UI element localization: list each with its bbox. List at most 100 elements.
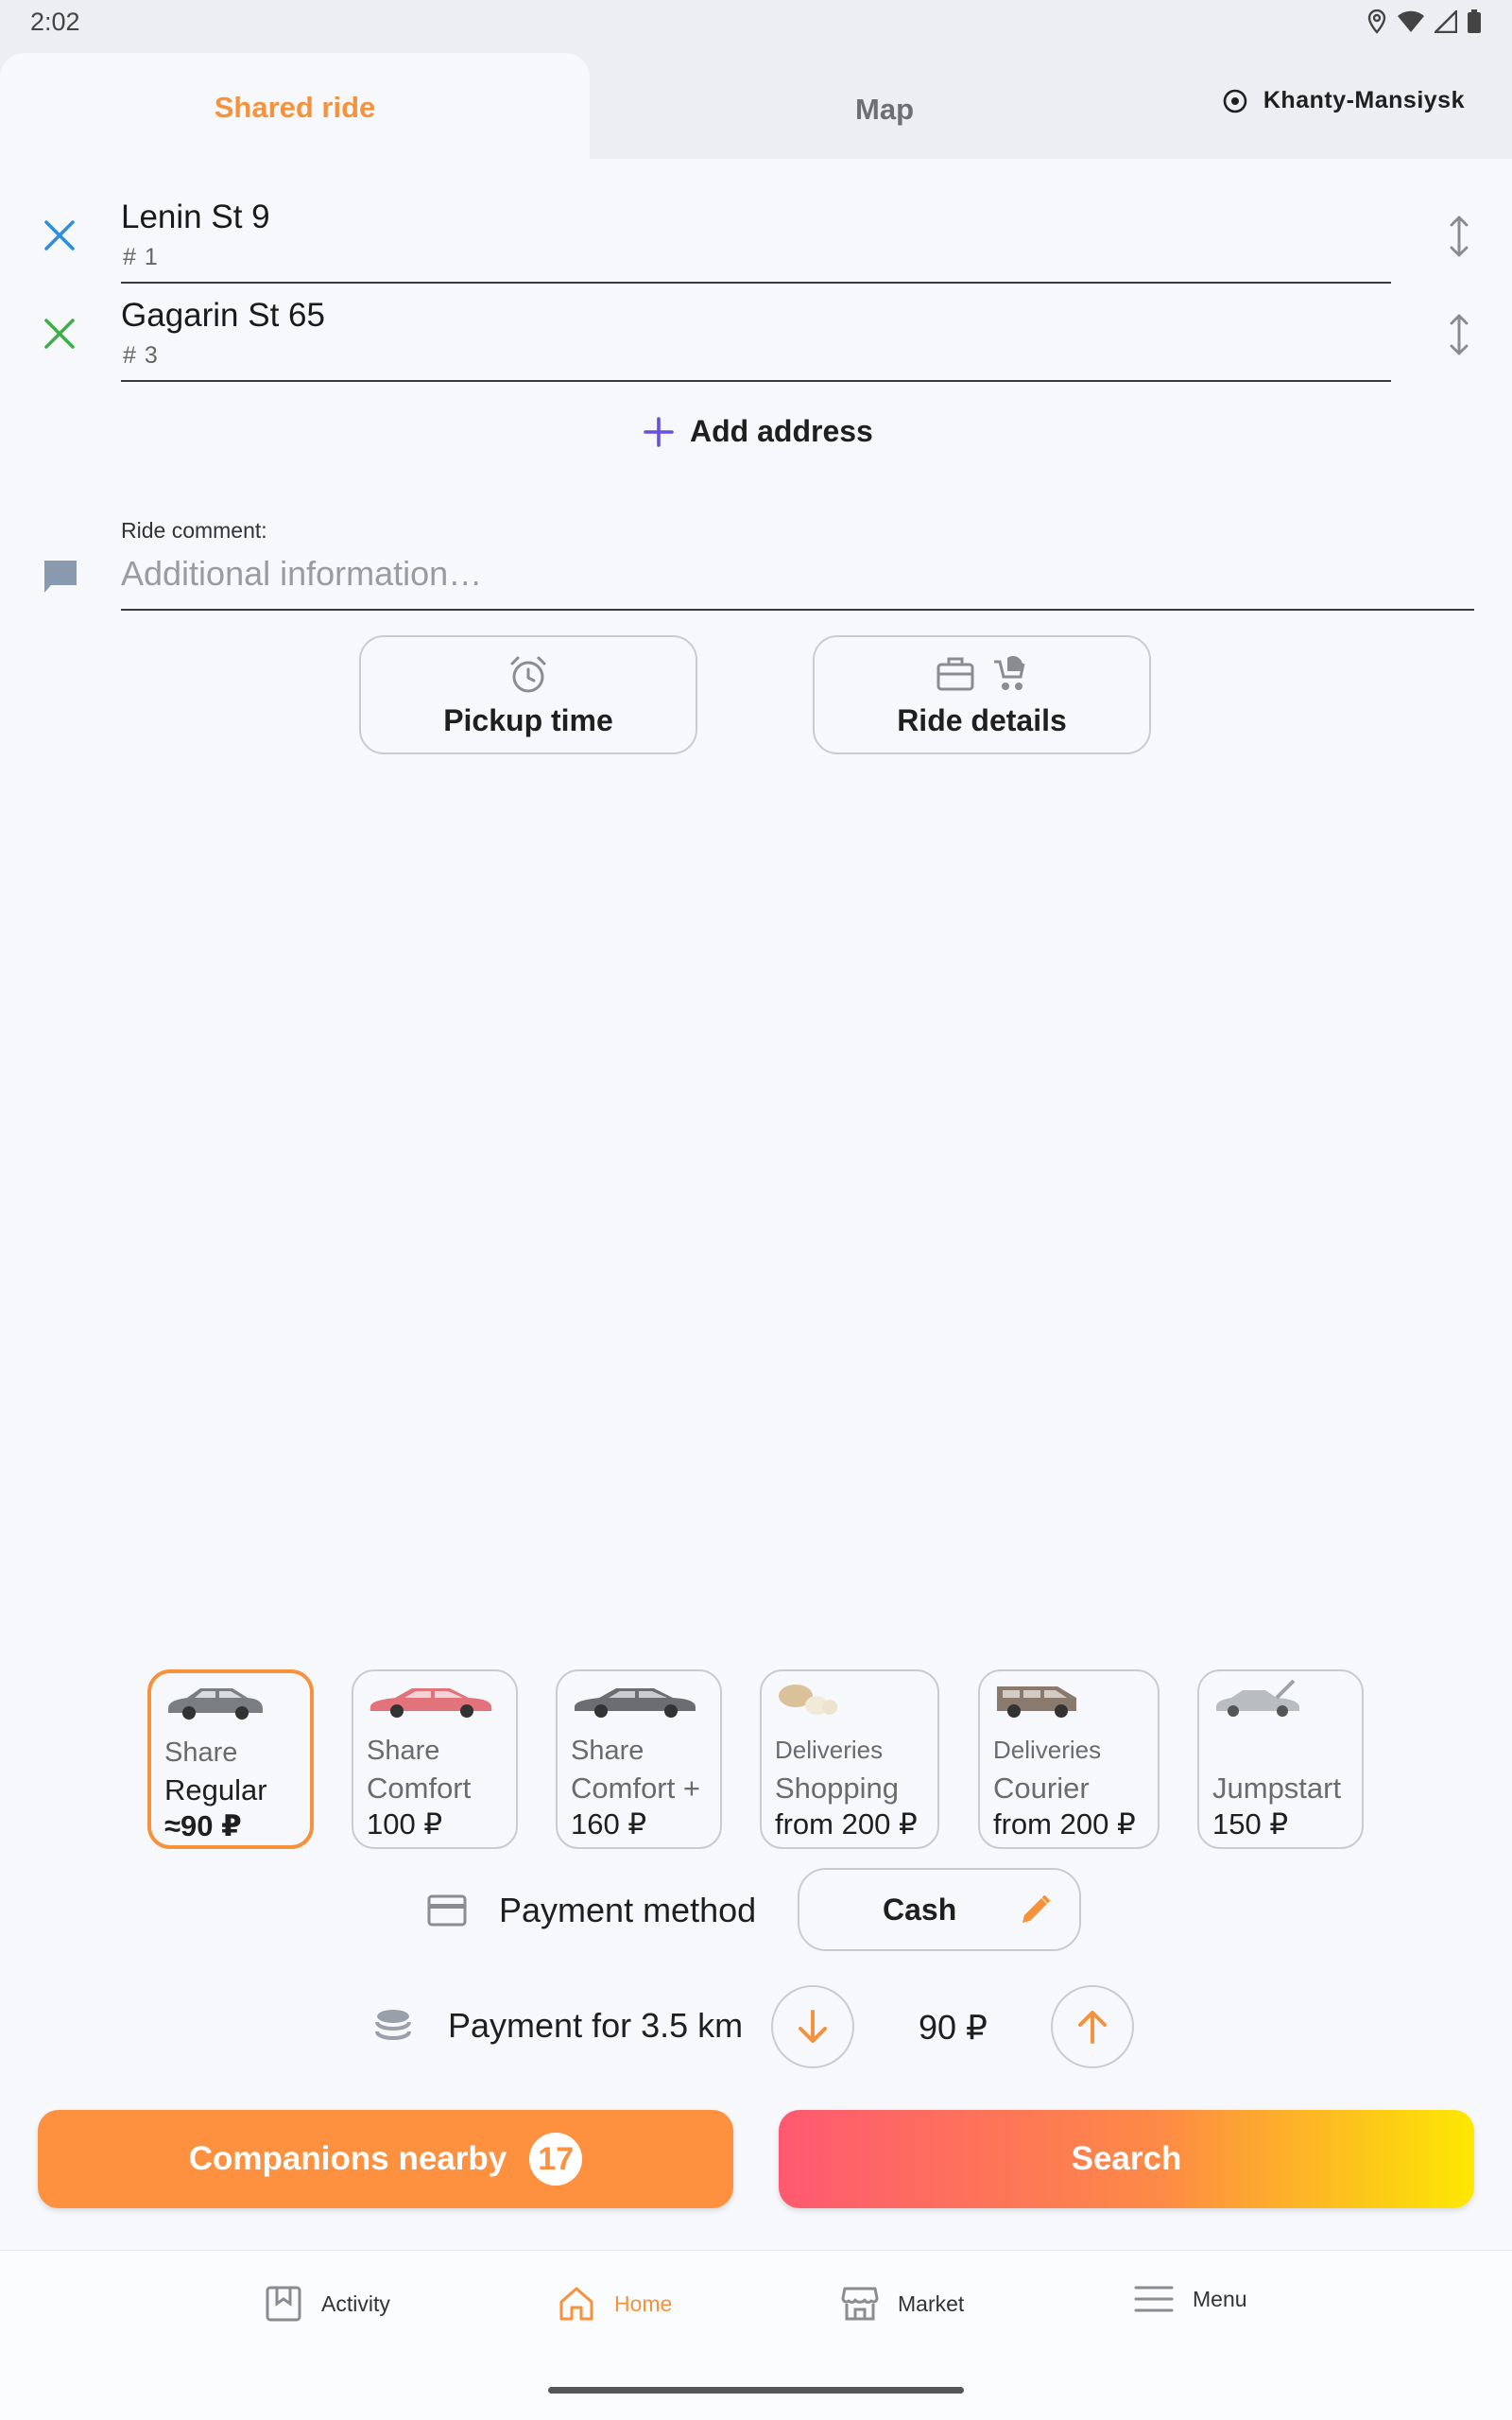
van-icon	[997, 1686, 1076, 1718]
tariff-price: 150 ₽	[1212, 1807, 1289, 1841]
ride-details-button[interactable]: Ride details	[813, 635, 1151, 754]
address-field-1[interactable]: Lenin St 9 # 1	[121, 189, 1391, 284]
tariff-share-regular[interactable]: Share Regular ≈90 ₽	[147, 1669, 314, 1849]
tariff-price: from 200 ₽	[993, 1807, 1136, 1841]
location-status-icon	[1367, 9, 1386, 34]
tariff-share-comfort[interactable]: Share Comfort 100 ₽	[352, 1669, 518, 1849]
search-label: Search	[1071, 2140, 1182, 2177]
wifi-icon	[1398, 10, 1424, 32]
tariff-line1: Deliveries	[993, 1736, 1102, 1764]
ride-comment-input[interactable]	[121, 546, 1474, 594]
payment-distance-label: Payment for 3.5 km	[448, 2006, 744, 2045]
tariff-price: ≈90 ₽	[164, 1809, 242, 1842]
alarm-clock-icon	[510, 656, 546, 693]
tariff-price: from 200 ₽	[775, 1807, 918, 1841]
tariff-price: 100 ₽	[367, 1807, 443, 1841]
ride-comment-field	[121, 546, 1474, 611]
tariff-line2: Regular	[164, 1773, 267, 1806]
pickup-time-button[interactable]: Pickup time	[359, 635, 697, 754]
tariff-line2: Shopping	[775, 1772, 900, 1805]
tab-map[interactable]: Map	[590, 53, 1179, 159]
comment-icon	[44, 561, 77, 593]
companions-label: Companions nearby	[188, 2140, 507, 2177]
nav-activity[interactable]: Activity	[265, 2285, 390, 2323]
store-icon	[841, 2287, 879, 2321]
reorder-address-1-icon[interactable]	[1448, 214, 1470, 259]
system-icons	[1366, 9, 1482, 34]
tariff-line1: Share	[571, 1736, 644, 1766]
companions-count-badge: 17	[529, 2133, 583, 2186]
car-red-icon	[370, 1688, 491, 1718]
credit-card-icon	[427, 1894, 467, 1927]
add-address-label: Add address	[690, 414, 873, 448]
home-indicator[interactable]	[548, 2387, 964, 2394]
add-address-button[interactable]: Add address	[643, 414, 873, 449]
home-icon	[559, 2287, 593, 2321]
decrease-price-button[interactable]	[771, 1985, 854, 2068]
address-number-2: # 3	[123, 342, 159, 369]
address-street-2: Gagarin St 65	[121, 297, 325, 334]
arrow-up-icon	[1078, 2011, 1107, 2044]
nav-market-label: Market	[898, 2290, 965, 2316]
tariff-jumpstart[interactable]: Jumpstart 150 ₽	[1197, 1669, 1364, 1849]
nav-menu-label: Menu	[1193, 2286, 1247, 2311]
tariff-deliveries-shopping[interactable]: Deliveries Shopping from 200 ₽	[760, 1669, 939, 1849]
tariff-line2: Comfort +	[571, 1772, 700, 1805]
reorder-address-2-icon[interactable]	[1448, 312, 1470, 357]
car-gray-icon	[168, 1688, 263, 1720]
ride-comment-label: Ride comment:	[121, 518, 267, 543]
top-tabs: Shared ride Map Khanty-Mansiysk	[0, 49, 1512, 159]
nav-market[interactable]: Market	[841, 2285, 964, 2323]
payment-distance-row: Payment for 3.5 km	[374, 2006, 743, 2046]
tariff-deliveries-courier[interactable]: Deliveries Courier from 200 ₽	[978, 1669, 1160, 1849]
nav-menu[interactable]: Menu	[1134, 2285, 1247, 2313]
bottom-navigation: Activity Home Market Menu	[0, 2250, 1512, 2420]
tab-shared-ride[interactable]: Shared ride	[0, 53, 590, 159]
tariff-line2: Comfort	[367, 1772, 472, 1805]
city-selector[interactable]: Khanty-Mansiysk	[1222, 87, 1465, 114]
address-row-2: Gagarin St 65 # 3	[0, 287, 1512, 386]
increase-price-button[interactable]	[1051, 1985, 1134, 2068]
arrow-down-icon	[799, 2010, 827, 2043]
tariff-share-comfort-plus[interactable]: Share Comfort + 160 ₽	[556, 1669, 722, 1849]
address-number-1: # 1	[123, 244, 159, 270]
nav-activity-label: Activity	[321, 2290, 390, 2316]
tab-map-label: Map	[855, 93, 914, 126]
nav-home-label: Home	[614, 2290, 673, 2316]
ride-details-label: Ride details	[897, 703, 1067, 737]
bookmark-icon	[266, 2286, 301, 2322]
remove-address-1-icon[interactable]	[42, 217, 77, 253]
pickup-time-label: Pickup time	[443, 703, 613, 737]
address-street-1: Lenin St 9	[121, 199, 270, 235]
city-name: Khanty-Mansiysk	[1263, 87, 1465, 113]
hamburger-menu-icon	[1134, 2286, 1174, 2312]
status-bar: 2:02	[0, 0, 1512, 49]
tariff-line1: Share	[367, 1736, 440, 1766]
tab-shared-ride-label: Shared ride	[214, 91, 376, 124]
address-field-2[interactable]: Gagarin St 65 # 3	[121, 287, 1391, 382]
tariff-line2: Jumpstart	[1212, 1772, 1342, 1805]
stroller-icon	[994, 656, 1025, 690]
payment-method-label: Payment method	[499, 1891, 757, 1929]
payment-method-button[interactable]: Cash	[798, 1868, 1081, 1951]
remove-address-2-icon[interactable]	[42, 316, 77, 352]
tariff-line2: Courier	[993, 1772, 1090, 1805]
groceries-icon	[779, 1685, 837, 1715]
payment-method-value: Cash	[883, 1893, 957, 1927]
battery-icon	[1468, 9, 1481, 33]
payment-method-row: Payment method	[427, 1891, 756, 1930]
tariff-line1: Deliveries	[775, 1736, 884, 1764]
nav-home[interactable]: Home	[558, 2285, 672, 2323]
coins-icon	[375, 2010, 411, 2041]
status-time: 2:02	[30, 8, 80, 36]
tariff-line1: Share	[164, 1737, 238, 1768]
companions-nearby-button[interactable]: Companions nearby 17	[38, 2110, 733, 2208]
tariff-price: 160 ₽	[571, 1807, 647, 1841]
address-row-1: Lenin St 9 # 1	[0, 189, 1512, 287]
ride-price: 90 ₽	[919, 2008, 988, 2047]
plus-icon	[644, 416, 674, 447]
search-button[interactable]: Search	[779, 2110, 1474, 2208]
car-dark-icon	[575, 1688, 696, 1718]
signal-icon	[1435, 10, 1457, 33]
car-open-hood-icon	[1216, 1679, 1299, 1717]
